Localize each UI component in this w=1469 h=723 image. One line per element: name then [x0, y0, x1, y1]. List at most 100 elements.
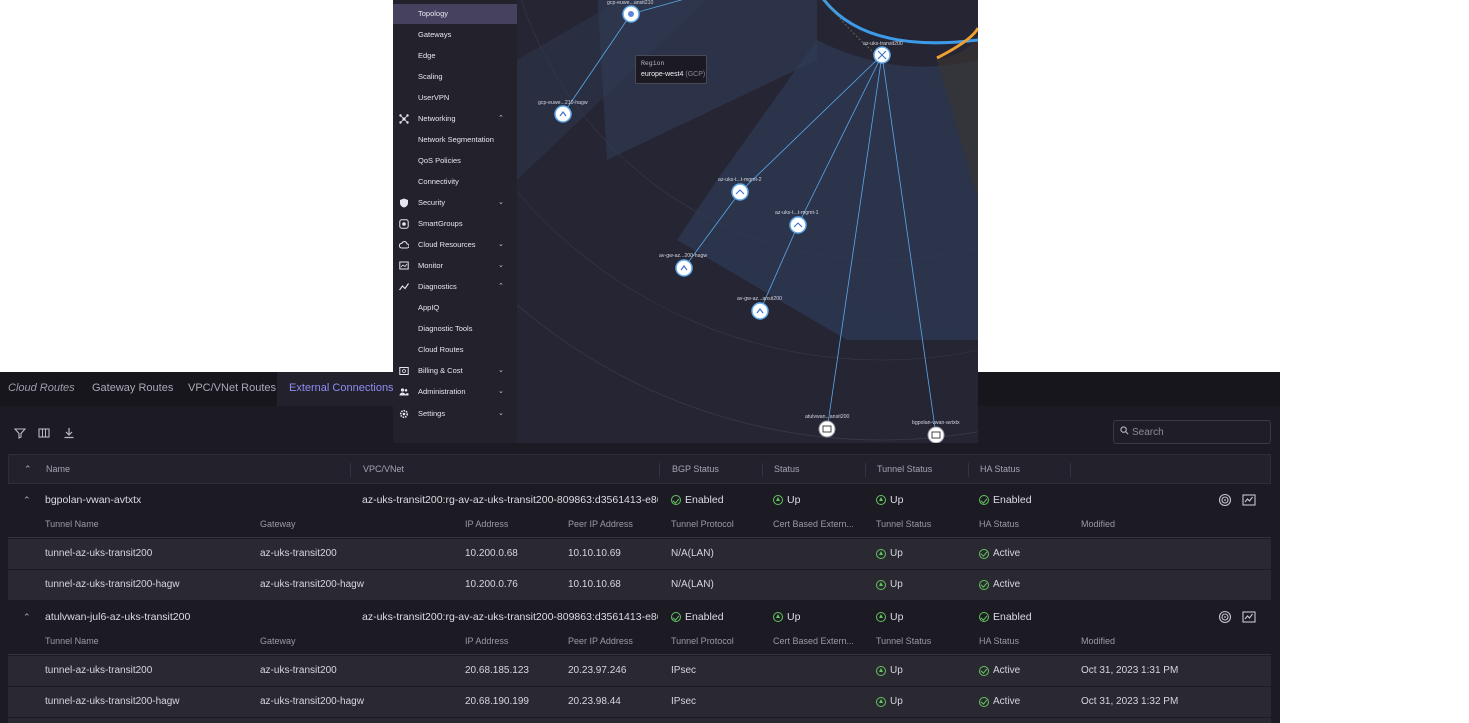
tunnel-row[interactable]: tunnel-az-uks-transit200 az-uks-transit2…	[8, 539, 1271, 570]
subcol-tunnel-protocol[interactable]: Tunnel Protocol	[671, 519, 734, 529]
chart-icon[interactable]	[1242, 493, 1256, 507]
column-status[interactable]: Status	[774, 464, 800, 474]
sidebar-item-scaling[interactable]: Scaling	[393, 67, 517, 87]
sidebar-item-topology[interactable]: Topology	[393, 4, 517, 24]
sidebar-item-edge[interactable]: Edge	[393, 46, 517, 66]
shield-icon	[400, 198, 408, 208]
chart-icon[interactable]	[1242, 610, 1256, 624]
tab-external-connections[interactable]: External Connections	[277, 372, 406, 406]
tunnel-name: tunnel-az-uks-transit200-hagw	[45, 579, 180, 590]
subcol-ip-address[interactable]: IP Address	[465, 636, 508, 646]
sidebar-item-uservpn[interactable]: UserVPN	[393, 88, 517, 108]
download-icon[interactable]	[62, 427, 76, 441]
subcol-ip-address[interactable]: IP Address	[465, 519, 508, 529]
check-circle-icon	[979, 579, 989, 590]
subcol-gateway[interactable]: Gateway	[260, 636, 296, 646]
column-tunnel-status[interactable]: Tunnel Status	[877, 464, 932, 474]
subcol-peer-ip-address[interactable]: Peer IP Address	[568, 636, 633, 646]
collapse-chevron-icon[interactable]: ⌃	[23, 613, 31, 622]
bgp-status-label: Enabled	[685, 611, 724, 623]
subcol-ha-status[interactable]: HA Status	[979, 636, 1019, 646]
connection-vpc-vnet: az-uks-transit200:rg-av-az-uks-transit20…	[362, 611, 658, 623]
tunnel-row[interactable]: tunnel-az-uks-transit200-hagw az-uks-tra…	[8, 687, 1271, 718]
ha-status-label: Enabled	[993, 494, 1032, 506]
column-name[interactable]: Name	[46, 464, 70, 474]
connection-row[interactable]: ⌃ atulvwan-jul6-az-uks-transit200 az-uks…	[8, 603, 1271, 631]
tab-gateway-routes[interactable]: Gateway Routes	[92, 372, 173, 406]
up-arrow-circle-icon	[876, 495, 886, 505]
subcol-tunnel-status[interactable]: Tunnel Status	[876, 636, 931, 646]
ha-status-label: Enabled	[993, 611, 1032, 623]
ha-status: Enabled	[979, 494, 1032, 506]
subcol-cert-based[interactable]: Cert Based Extern...	[773, 636, 853, 646]
sidebar-item-monitor[interactable]: Monitor ⌄	[393, 256, 517, 276]
up-arrow-circle-icon	[876, 579, 886, 590]
tunnel-status-label: Up	[890, 494, 904, 506]
target-icon[interactable]	[1218, 493, 1232, 507]
subcol-tunnel-name[interactable]: Tunnel Name	[45, 636, 99, 646]
chevron-down-icon[interactable]: ⌄	[498, 361, 504, 381]
chevron-down-icon[interactable]: ⌄	[498, 193, 504, 213]
connection-row[interactable]: ⌃ bgpolan-vwan-avtxtx az-uks-transit200:…	[8, 486, 1271, 514]
target-icon[interactable]	[1218, 610, 1232, 624]
sidebar-item-administration[interactable]: Administration ⌄	[393, 382, 517, 402]
sidebar-item-cloud-resources[interactable]: Cloud Resources ⌄	[393, 235, 517, 255]
chevron-down-icon[interactable]: ⌄	[498, 235, 504, 255]
subcol-tunnel-protocol[interactable]: Tunnel Protocol	[671, 636, 734, 646]
sidebar-item-network-segmentation[interactable]: Network Segmentation	[393, 130, 517, 150]
up-arrow-circle-icon	[876, 665, 886, 676]
tooltip-value: europe-west4 (GCP)	[641, 71, 705, 78]
sidebar-item-gateways[interactable]: Gateways	[393, 25, 517, 45]
chevron-down-icon[interactable]: ⌄	[498, 256, 504, 276]
filter-icon[interactable]	[13, 427, 27, 441]
sidebar-item-cloud-routes[interactable]: Cloud Routes	[393, 340, 517, 360]
tunnel-row[interactable]: tunnel-az-uks-transit200-hagw az-uks-tra…	[8, 570, 1271, 601]
sidebar-item-diagnostics[interactable]: Diagnostics ⌃	[393, 277, 517, 297]
topology-graph[interactable]: gcp-euwe...ansit210 gcp-euwe...210-hagw …	[517, 0, 978, 443]
sidebar-item-diagnostic-tools[interactable]: Diagnostic Tools	[393, 319, 517, 339]
collapse-all-chevron-icon[interactable]: ⌃	[24, 465, 32, 474]
table-header: ⌃ Name VPC/VNet BGP Status Status Tunnel…	[8, 454, 1271, 484]
sidebar-item-settings[interactable]: Settings ⌄	[393, 404, 517, 424]
chevron-down-icon[interactable]: ⌄	[498, 382, 504, 402]
subcol-tunnel-name[interactable]: Tunnel Name	[45, 519, 99, 529]
search-input[interactable]	[1132, 423, 1268, 441]
sidebar-item-qos-policies[interactable]: QoS Policies	[393, 151, 517, 171]
collapse-chevron-icon[interactable]: ⌃	[23, 496, 31, 505]
tab-cloud-routes[interactable]: Cloud Routes	[8, 372, 75, 406]
search-icon	[1120, 426, 1129, 435]
tunnel-row[interactable]: tunnel-az-uks-transit200 az-uks-transit2…	[8, 656, 1271, 687]
sidebar-item-security[interactable]: Security ⌄	[393, 193, 517, 213]
sidebar-item-billing-cost[interactable]: Billing & Cost ⌄	[393, 361, 517, 381]
sidebar-item-label: UserVPN	[418, 93, 450, 102]
sidebar-item-label: Network Segmentation	[418, 135, 494, 144]
tunnel-status: Up	[876, 579, 903, 590]
subcol-cert-based[interactable]: Cert Based Extern...	[773, 519, 853, 529]
node-label: bgpolan-vwan-avtxtx	[912, 420, 960, 426]
chevron-up-icon[interactable]: ⌃	[498, 277, 504, 297]
region-tooltip: Region europe-west4 (GCP)	[635, 55, 707, 84]
subcol-ha-status[interactable]: HA Status	[979, 519, 1019, 529]
smartgroups-icon	[399, 219, 409, 229]
tunnel-ip-address: 20.68.190.199	[465, 696, 529, 707]
subcol-modified[interactable]: Modified	[1081, 636, 1115, 646]
check-circle-icon	[671, 612, 681, 622]
tab-vpc-vnet-routes[interactable]: VPC/VNet Routes	[188, 372, 276, 406]
column-ha-status[interactable]: HA Status	[980, 464, 1020, 474]
sidebar-item-label: Scaling	[418, 72, 443, 81]
chevron-up-icon[interactable]: ⌃	[498, 109, 504, 129]
networking-icon	[399, 114, 409, 124]
sidebar-item-smartgroups[interactable]: SmartGroups	[393, 214, 517, 234]
node-label: atulvwan...ansit200	[805, 414, 850, 420]
subcol-tunnel-status[interactable]: Tunnel Status	[876, 519, 931, 529]
sidebar-item-appiq[interactable]: AppIQ	[393, 298, 517, 318]
subcol-gateway[interactable]: Gateway	[260, 519, 296, 529]
column-bgp-status[interactable]: BGP Status	[672, 464, 719, 474]
chevron-down-icon[interactable]: ⌄	[498, 404, 504, 424]
subcol-peer-ip-address[interactable]: Peer IP Address	[568, 519, 633, 529]
column-vpc-vnet[interactable]: VPC/VNet	[363, 464, 404, 474]
sidebar-item-connectivity[interactable]: Connectivity	[393, 172, 517, 192]
columns-icon[interactable]	[37, 427, 51, 441]
sidebar-item-networking[interactable]: Networking ⌃	[393, 109, 517, 129]
subcol-modified[interactable]: Modified	[1081, 519, 1115, 529]
